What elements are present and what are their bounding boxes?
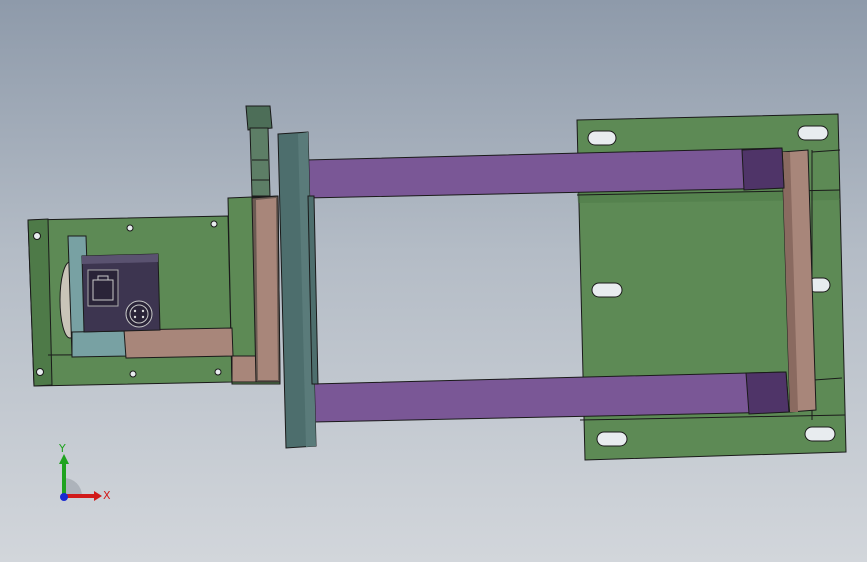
slot-hole xyxy=(591,282,623,298)
slot-hole xyxy=(596,431,628,447)
axis-y-label: Y xyxy=(58,442,66,455)
slot-hole xyxy=(797,125,829,141)
cable-connector[interactable] xyxy=(245,105,273,197)
axis-x-label: X xyxy=(103,489,111,502)
slot-hole xyxy=(587,130,617,146)
cad-viewport[interactable]: Y X xyxy=(0,0,867,562)
round-connector-icon xyxy=(125,300,153,328)
camera-body[interactable] xyxy=(81,253,161,333)
coordinate-triad-icon: Y X xyxy=(58,442,111,502)
slot-hole xyxy=(804,426,836,442)
ethernet-port-icon xyxy=(87,269,119,307)
mount-column[interactable] xyxy=(251,195,281,383)
